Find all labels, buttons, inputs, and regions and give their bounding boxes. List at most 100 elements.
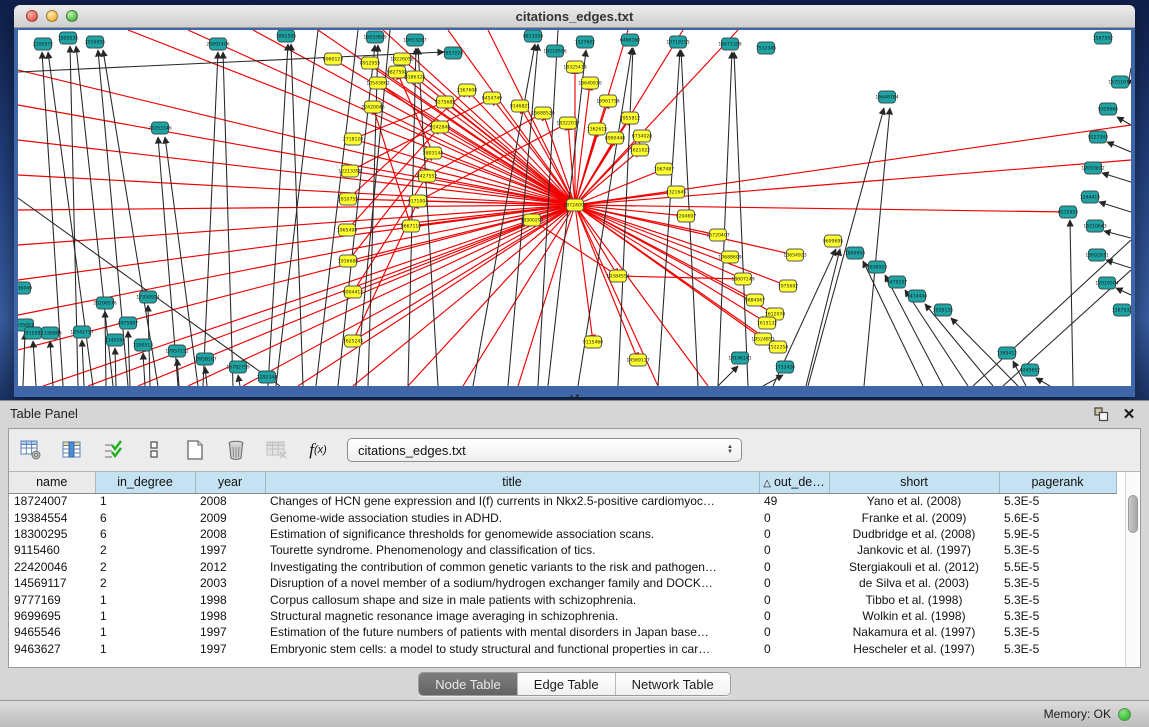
graph-node[interactable]: 15688520 [531, 107, 554, 119]
table-select-dropdown[interactable]: citations_edges.txt ▲▼ [347, 438, 742, 462]
table-cell[interactable]: Jankovic et al. (1997) [829, 542, 999, 558]
table-row[interactable]: 946362711997Embryonic stem cells: a mode… [9, 641, 1116, 657]
table-cell[interactable]: 9463627 [9, 641, 95, 657]
table-cell[interactable]: 5.3E-5 [999, 575, 1116, 591]
graph-node[interactable]: 21053346 [148, 122, 171, 134]
panel-splitter[interactable]: ▲▼ [567, 395, 583, 401]
table-cell[interactable]: 5.5E-5 [999, 559, 1116, 575]
table-cell[interactable]: Hescheler et al. (1997) [829, 641, 999, 657]
table-cell[interactable]: 5.3E-5 [999, 493, 1116, 509]
graph-node[interactable]: 1292344 [257, 371, 278, 383]
column-header-name[interactable]: name [9, 472, 95, 493]
table-cell[interactable]: Tourette syndrome. Phenomenology and cla… [265, 542, 759, 558]
table-cell[interactable]: 0 [759, 575, 829, 591]
graph-node[interactable]: 1810755 [338, 193, 359, 205]
table-row[interactable]: 946554611997Estimation of the future num… [9, 624, 1116, 640]
table-cell[interactable]: Estimation of the future numbers of pati… [265, 624, 759, 640]
table-scrollbar[interactable] [1125, 472, 1140, 667]
table-cell[interactable]: 9465546 [9, 624, 95, 640]
graph-node[interactable]: 22420046 [361, 101, 384, 113]
table-cell[interactable]: 1997 [195, 641, 265, 657]
table-cell[interactable]: de Silva et al. (2003) [829, 575, 999, 591]
table-cell[interactable]: 6 [95, 509, 195, 525]
graph-node[interactable]: 14196141 [728, 352, 751, 364]
graph-node[interactable]: 1321645 [666, 186, 687, 198]
delete-column-icon[interactable] [224, 439, 248, 461]
table-cell[interactable]: 2008 [195, 526, 265, 542]
table-cell[interactable]: Investigating the contribution of common… [265, 559, 759, 575]
graph-node[interactable]: 1805535 [58, 32, 79, 44]
table-cell[interactable]: 1997 [195, 542, 265, 558]
graph-node[interactable]: 2204697 [676, 210, 697, 222]
graph-node[interactable]: 2803144 [423, 147, 444, 159]
table-cell[interactable]: 22420046 [9, 559, 95, 575]
graph-node[interactable]: 7857224 [443, 47, 464, 59]
graph-node[interactable]: 18300295 [520, 214, 543, 226]
table-row[interactable]: 1830029562008Estimation of significance … [9, 526, 1116, 542]
table-cell[interactable]: 49 [759, 493, 829, 509]
zoom-window-button[interactable] [66, 10, 78, 22]
graph-node[interactable]: 9146821 [510, 100, 531, 112]
graph-node[interactable]: 10719155 [666, 36, 689, 48]
table-row[interactable]: 1456911722003Disruption of a novel membe… [9, 575, 1116, 591]
graph-node[interactable]: 2105572 [33, 38, 54, 50]
table-cell[interactable]: 5.3E-5 [999, 608, 1116, 624]
graph-node[interactable]: 16782759 [226, 361, 249, 373]
table-cell[interactable]: Corpus callosum shape and size in male p… [265, 591, 759, 607]
graph-node[interactable]: 1840954 [845, 247, 866, 259]
graph-node[interactable]: 1965498 [337, 224, 358, 236]
graph-node[interactable]: 16210643 [1083, 220, 1106, 232]
graph-node[interactable]: 16640910 [578, 77, 601, 89]
table-cell[interactable]: 9115460 [9, 542, 95, 558]
table-cell[interactable]: 18724007 [9, 493, 95, 509]
graph-node[interactable]: 10543862 [366, 77, 389, 89]
graph-node[interactable]: 20206576 [93, 297, 116, 309]
table-cell[interactable]: 9699695 [9, 608, 95, 624]
graph-node[interactable]: 9227343 [1088, 131, 1109, 143]
table-row[interactable]: 1938455462009Genome-wide association stu… [9, 509, 1116, 525]
table-cell[interactable]: Changes of HCN gene expression and I(f) … [265, 493, 759, 509]
table-row[interactable]: 1872400712008Changes of HCN gene express… [9, 493, 1116, 509]
table-cell[interactable]: 1 [95, 608, 195, 624]
graph-node[interactable]: 1597502 [1093, 32, 1114, 44]
table-cell[interactable]: 1998 [195, 608, 265, 624]
table-cell[interactable]: Genome-wide association studies in ADHD. [265, 509, 759, 525]
graph-node[interactable]: 1145194 [105, 334, 126, 346]
graph-node[interactable]: 1527602 [575, 36, 596, 48]
unselect-all-icon[interactable] [142, 439, 166, 461]
table-cell[interactable]: Dudbridge et al. (2008) [829, 526, 999, 542]
graph-node[interactable]: 9474444 [907, 290, 928, 302]
table-cell[interactable]: 5.3E-5 [999, 542, 1116, 558]
graph-node[interactable]: 9975887 [118, 317, 139, 329]
table-cell[interactable]: 0 [759, 608, 829, 624]
graph-node[interactable]: 17016504 [1095, 277, 1118, 289]
table-cell[interactable]: 2003 [195, 575, 265, 591]
table-scrollbar-thumb[interactable] [1128, 495, 1138, 533]
graph-node[interactable]: 8215953 [1058, 206, 1079, 218]
column-header-pagerank[interactable]: pagerank [999, 472, 1116, 493]
table-cell[interactable]: 1 [95, 591, 195, 607]
graph-node[interactable]: 1067487 [654, 163, 675, 175]
table-cell[interactable]: 0 [759, 526, 829, 542]
table-cell[interactable]: 5.6E-5 [999, 509, 1116, 525]
table-cell[interactable]: Nakamura et al. (1997) [829, 624, 999, 640]
table-cell[interactable]: Franke et al. (2009) [829, 509, 999, 525]
select-all-icon[interactable] [101, 439, 125, 461]
graph-node[interactable]: 16648784 [875, 91, 898, 103]
graph-node[interactable]: 15751074 [1108, 76, 1131, 88]
window-titlebar[interactable]: citations_edges.txt [14, 5, 1135, 28]
graph-node[interactable]: 6734028 [632, 130, 653, 142]
graph-node[interactable]: 9329966 [1098, 103, 1119, 115]
graph-node[interactable]: 8960123 [323, 53, 344, 65]
graph-node[interactable]: 8186328 [405, 71, 426, 83]
graph-node[interactable]: 1167533 [1112, 304, 1131, 316]
graph-node[interactable]: 8912955 [360, 57, 381, 69]
graph-node[interactable]: 8904412 [343, 286, 364, 298]
graph-node[interactable]: 1362615 [587, 123, 608, 135]
graph-node[interactable]: 8667110 [401, 220, 422, 232]
table-mode-icon[interactable] [19, 439, 43, 461]
network-canvas[interactable]: 2105572180553520160552089140618915051603… [18, 30, 1131, 386]
graph-node[interactable]: 18322037 [556, 117, 579, 129]
graph-node[interactable]: 1733426 [775, 361, 796, 373]
graph-node[interactable]: 8427552 [417, 170, 438, 182]
